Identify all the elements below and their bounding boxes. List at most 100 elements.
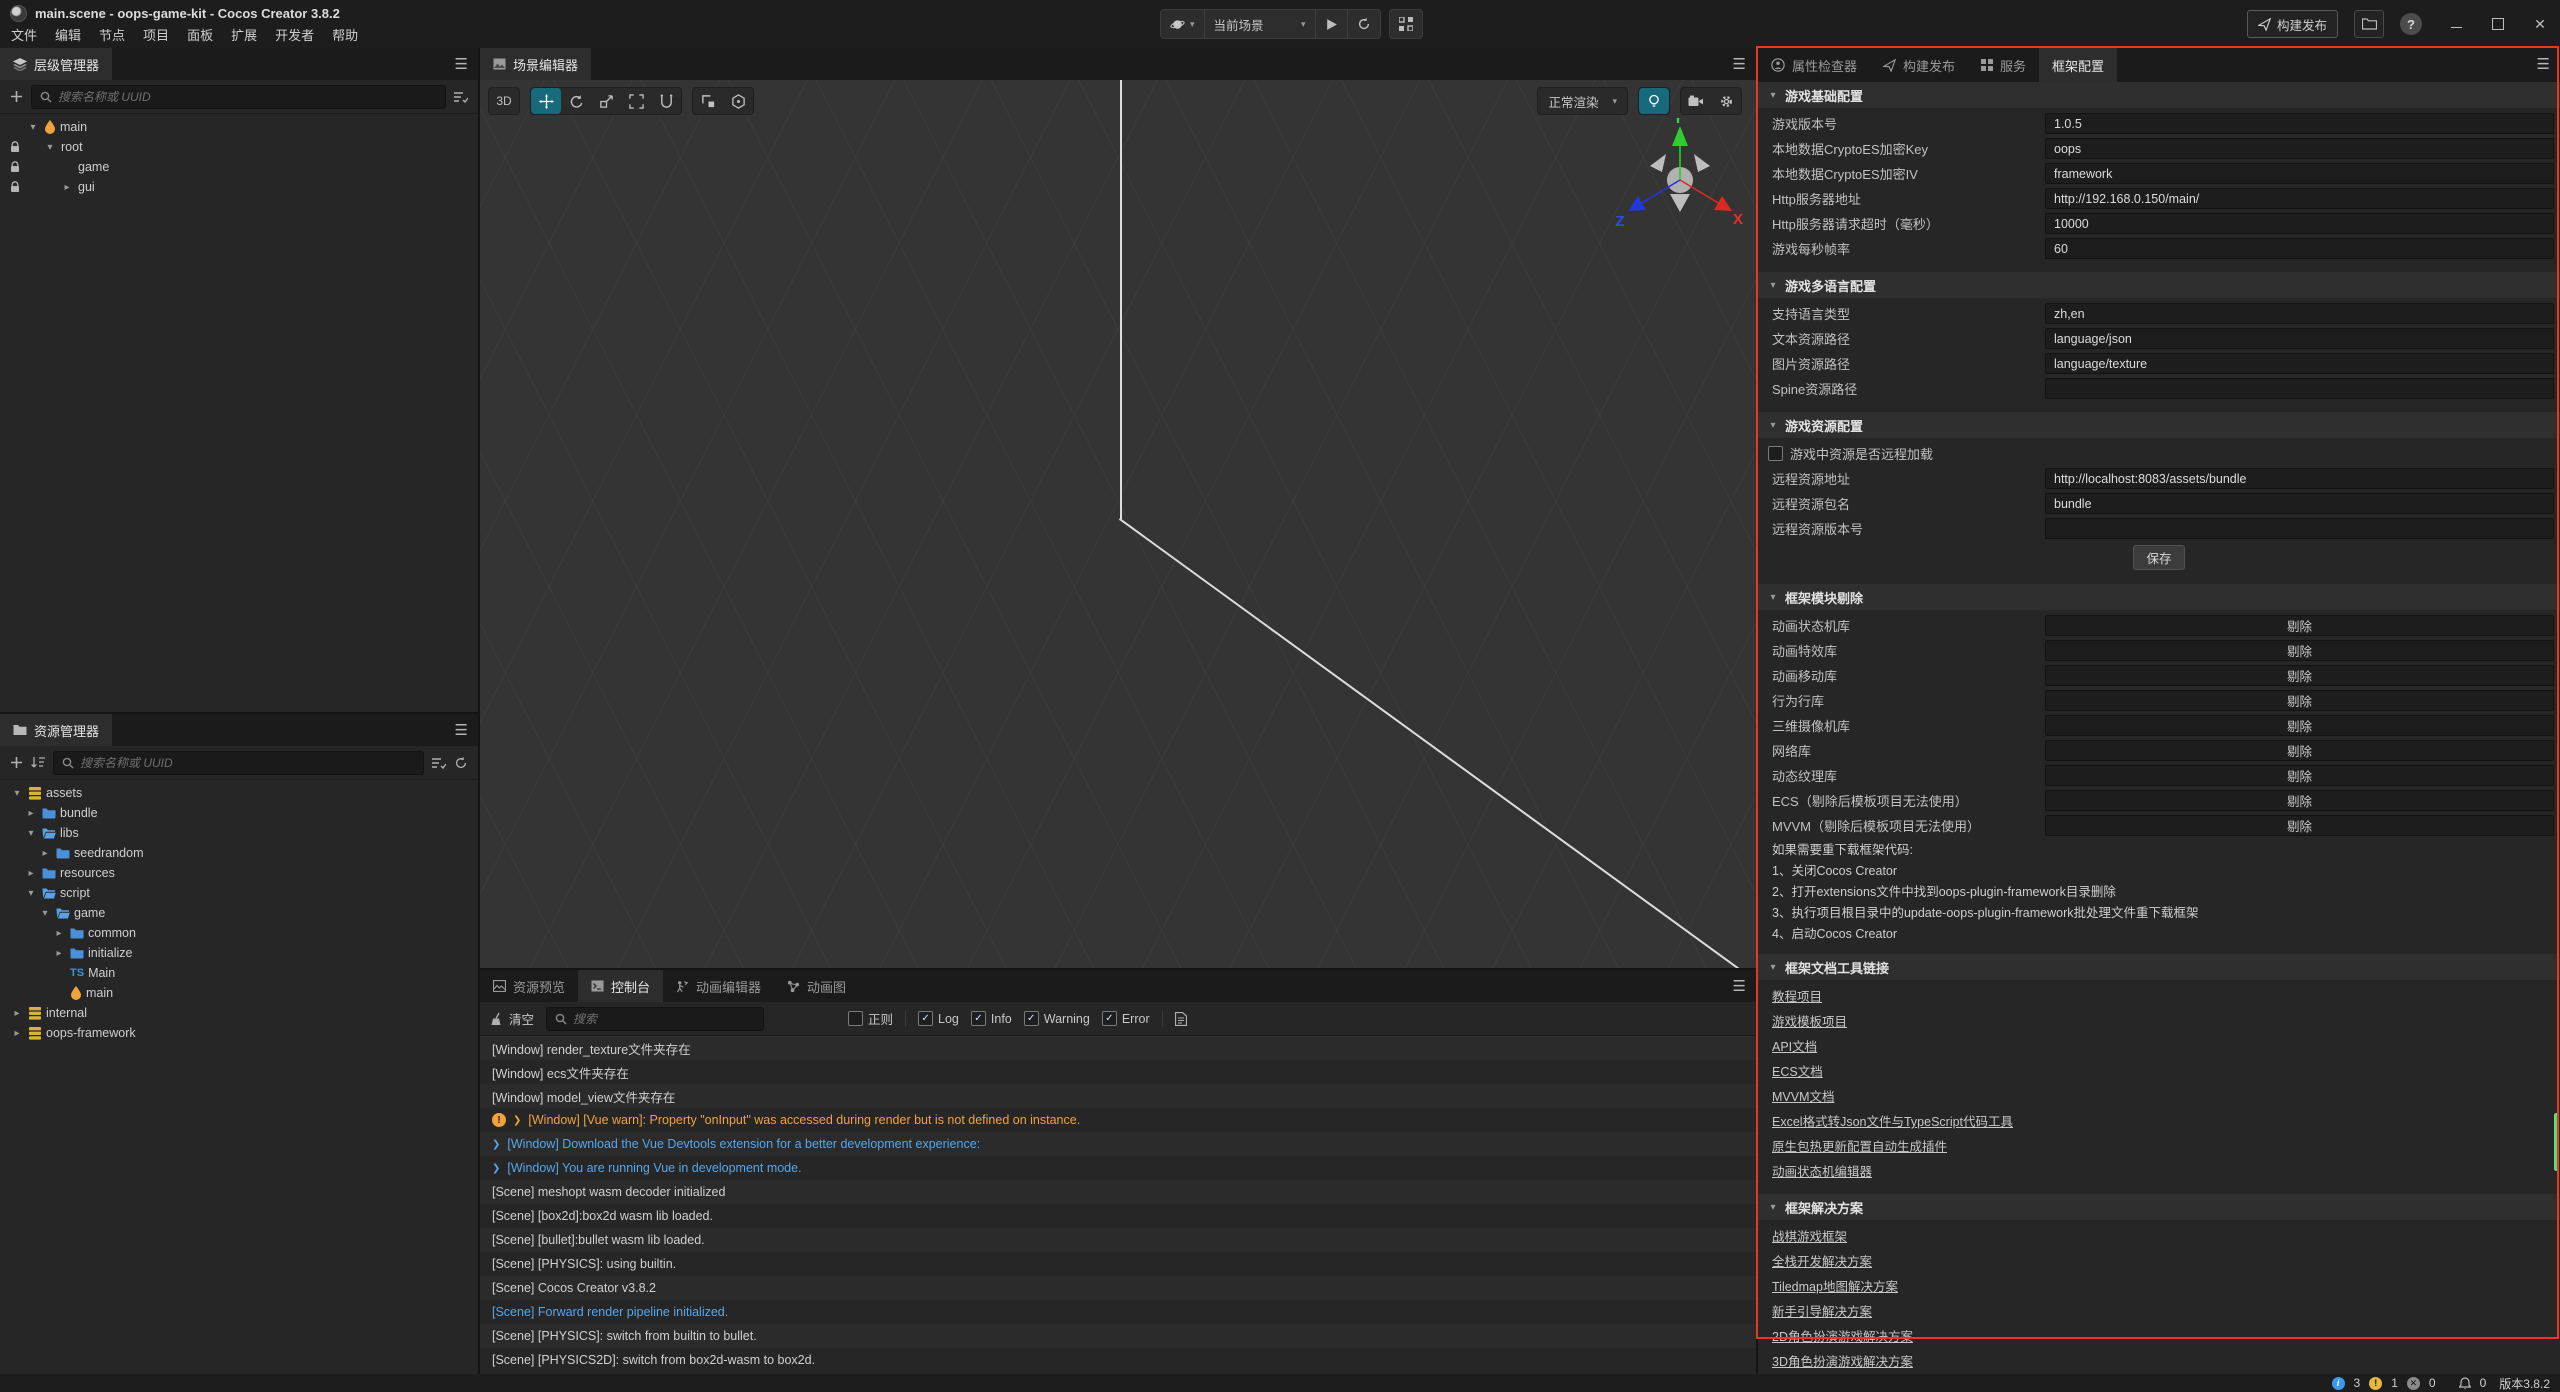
field-input[interactable]: zh,en [2045,303,2554,324]
tab-animation-editor[interactable]: 动画编辑器 [663,970,774,1002]
asset-node-resources[interactable]: ▸resources [0,863,478,883]
axis-gizmo[interactable]: Y X Z [1610,118,1750,248]
error-badge-icon[interactable]: ✕ [2407,1377,2420,1390]
section-header[interactable]: ▾框架文档工具链接 [1758,954,2560,980]
rotate-tool-button[interactable] [561,88,591,114]
chevron-collapsed-icon[interactable]: ▸ [10,1028,24,1039]
tab-build-publish[interactable]: 构建发布 [1870,48,1968,82]
minimize-button[interactable] [2448,16,2464,32]
field-input[interactable]: oops [2045,138,2554,159]
filter-warning-checkbox[interactable]: ✓Warning [1024,1011,1090,1026]
tab-services[interactable]: 服务 [1968,48,2039,82]
snap-pivot-button[interactable] [693,88,723,114]
console-log-row[interactable]: [Scene] Cocos Creator v3.8.2 [480,1276,1756,1300]
chevron-expanded-icon[interactable]: ▾ [43,142,57,153]
rect-tool-button[interactable] [621,88,651,114]
chevron-collapsed-icon[interactable]: ▸ [38,848,52,859]
menu-developer[interactable]: 开发者 [266,25,323,47]
remove-module-button[interactable]: 剔除 [2045,765,2554,786]
doc-link[interactable]: ECS文档 [1758,1058,2560,1083]
remove-module-button[interactable]: 剔除 [2045,690,2554,711]
hierarchy-search-input[interactable]: 搜索名称或 UUID [31,85,446,109]
field-input[interactable]: language/texture [2045,353,2554,374]
console-log-row[interactable]: [Scene] [bullet]:bullet wasm lib loaded. [480,1228,1756,1252]
remove-module-button[interactable]: 剔除 [2045,640,2554,661]
help-button[interactable]: ? [2400,13,2422,35]
asset-node-oops-framework[interactable]: ▸oops-framework [0,1023,478,1043]
refresh-assets-button[interactable] [454,756,468,770]
field-input[interactable]: 60 [2045,238,2554,259]
camera-settings-button[interactable] [1681,88,1711,114]
remove-module-button[interactable]: 剔除 [2045,815,2554,836]
asset-node-libs[interactable]: ▾libs [0,823,478,843]
field-input[interactable] [2045,378,2554,399]
menu-edit[interactable]: 编辑 [46,25,90,47]
menu-project[interactable]: 项目 [134,25,178,47]
chevron-expanded-icon[interactable]: ▾ [24,888,38,899]
console-log-row[interactable]: [Window] ecs文件夹存在 [480,1060,1756,1084]
expand-chevron-icon[interactable]: ❯ [492,1163,500,1174]
section-header[interactable]: ▾游戏资源配置 [1758,412,2560,438]
menu-help[interactable]: 帮助 [323,25,367,47]
doc-link[interactable]: 战棋游戏框架 [1758,1223,2560,1248]
asset-node-common[interactable]: ▸common [0,923,478,943]
doc-link[interactable]: Tiledmap地图解决方案 [1758,1273,2560,1298]
field-input[interactable]: bundle [2045,493,2554,514]
console-log-row[interactable]: [Scene] [PHYSICS]: switch from builtin t… [480,1324,1756,1348]
asset-node-main[interactable]: main [0,983,478,1003]
remove-module-button[interactable]: 剔除 [2045,665,2554,686]
doc-link[interactable]: 教程项目 [1758,983,2560,1008]
asset-node-bundle[interactable]: ▸bundle [0,803,478,823]
doc-link[interactable]: Excel格式转Json文件与TypeScript代码工具 [1758,1108,2560,1133]
hierarchy-node-main[interactable]: ▾main [0,117,478,137]
section-header[interactable]: ▾游戏多语言配置 [1758,272,2560,298]
console-search-input[interactable]: 搜索 [546,1007,764,1031]
close-button[interactable]: ✕ [2532,16,2548,32]
remove-module-button[interactable]: 剔除 [2045,790,2554,811]
chevron-expanded-icon[interactable]: ▾ [38,908,52,919]
tab-animation-graph[interactable]: 动画图 [774,970,859,1002]
doc-link[interactable]: 新手引导解决方案 [1758,1298,2560,1323]
expand-chevron-icon[interactable]: ❯ [492,1139,500,1150]
doc-link[interactable]: 动画状态机编辑器 [1758,1158,2560,1183]
asset-node-assets[interactable]: ▾assets [0,783,478,803]
chevron-collapsed-icon[interactable]: ▸ [24,868,38,879]
menu-node[interactable]: 节点 [90,25,134,47]
doc-link[interactable]: API文档 [1758,1033,2560,1058]
chevron-collapsed-icon[interactable]: ▸ [52,928,66,939]
console-log-row[interactable]: !❯[Window] [Vue warn]: Property "onInput… [480,1108,1756,1132]
doc-link[interactable]: 游戏模板项目 [1758,1008,2560,1033]
chevron-expanded-icon[interactable]: ▾ [10,788,24,799]
play-button[interactable] [1316,10,1348,38]
filter-info-checkbox[interactable]: ✓Info [971,1011,1012,1026]
add-node-button[interactable] [10,90,23,103]
expand-chevron-icon[interactable]: ❯ [513,1115,521,1126]
tab-hierarchy[interactable]: 层级管理器 [0,48,112,80]
console-log-row[interactable]: [Scene] [PHYSICS]: using builtin. [480,1252,1756,1276]
chevron-collapsed-icon[interactable]: ▸ [10,1008,24,1019]
tab-property-inspector[interactable]: 属性检查器 [1758,48,1870,82]
asset-node-internal[interactable]: ▸internal [0,1003,478,1023]
assets-search-input[interactable]: 搜索名称或 UUID [53,751,424,775]
console-log-row[interactable]: [Window] model_view文件夹存在 [480,1084,1756,1108]
hierarchy-menu-icon[interactable]: ☰ [455,48,468,80]
preview-qrcode-button[interactable] [1390,10,1422,38]
console-log-row[interactable]: [Scene] meshopt wasm decoder initialized [480,1180,1756,1204]
tab-framework-config[interactable]: 框架配置 [2039,48,2117,82]
console-log-row[interactable]: ❯[Window] Download the Vue Devtools exte… [480,1132,1756,1156]
hierarchy-node-gui[interactable]: ▸gui [0,177,478,197]
assets-menu-icon[interactable]: ☰ [455,714,468,746]
filter-log-checkbox[interactable]: ✓Log [918,1011,959,1026]
chevron-collapsed-icon[interactable]: ▸ [52,948,66,959]
console-log-row[interactable]: [Scene] Forward render pipeline initiali… [480,1300,1756,1324]
remove-module-button[interactable]: 剔除 [2045,715,2554,736]
inspector-menu-icon[interactable]: ☰ [2537,48,2550,80]
remove-module-button[interactable]: 剔除 [2045,615,2554,636]
menu-panel[interactable]: 面板 [178,25,222,47]
asset-node-script[interactable]: ▾script [0,883,478,903]
field-input[interactable]: 10000 [2045,213,2554,234]
doc-link[interactable]: 2D角色扮演游戏解决方案 [1758,1323,2560,1348]
doc-link[interactable]: MVVM文档 [1758,1083,2560,1108]
menu-extension[interactable]: 扩展 [222,25,266,47]
field-input[interactable] [2045,518,2554,539]
